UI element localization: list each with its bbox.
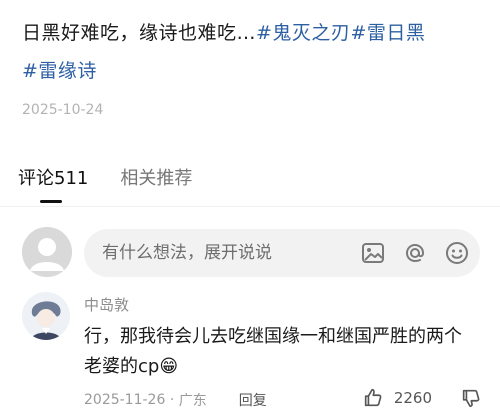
comment-meta: 2025-11-26 · 广东 回复 bbox=[84, 390, 267, 410]
comment-input-box[interactable] bbox=[84, 229, 480, 277]
avatar[interactable] bbox=[22, 227, 72, 277]
comment-location: 广东 bbox=[178, 393, 207, 409]
user-avatar-icon bbox=[22, 292, 70, 340]
input-icons bbox=[360, 240, 470, 266]
emoji-icon[interactable] bbox=[444, 240, 470, 266]
comment-actions: 2260 bbox=[362, 387, 482, 409]
tab-bar: 评论511 相关推荐 bbox=[18, 164, 192, 203]
like-count: 2260 bbox=[393, 389, 432, 407]
reply-button[interactable]: 回复 bbox=[239, 390, 267, 410]
comment-text: 行，那我待会儿去吃继国缘一和继国严胜的两个老婆的cp😁 bbox=[84, 322, 474, 382]
at-icon[interactable] bbox=[402, 240, 428, 266]
tab-comments[interactable]: 评论511 bbox=[18, 164, 88, 203]
image-icon[interactable] bbox=[360, 240, 386, 266]
hashtag-demon-slayer[interactable]: #鬼灭之刃 bbox=[256, 22, 350, 44]
post-body: 日黑好难吃，缘诗也难吃… bbox=[22, 22, 257, 44]
comment-date: 2025-11-26 bbox=[84, 392, 166, 408]
hashtag-lei-yuan-shi[interactable]: #雷缘诗 bbox=[22, 60, 97, 82]
default-avatar-icon bbox=[22, 227, 72, 277]
post-text: 日黑好难吃，缘诗也难吃…#鬼灭之刃#雷日黑 #雷缘诗 bbox=[22, 14, 482, 90]
like-icon[interactable] bbox=[362, 387, 384, 409]
hashtag-lei-ri-hei[interactable]: #雷日黑 bbox=[350, 22, 425, 44]
tab-related[interactable]: 相关推荐 bbox=[120, 164, 192, 190]
tabs-divider bbox=[0, 206, 500, 207]
dislike-icon[interactable] bbox=[460, 387, 482, 409]
comment-body: 行，那我待会儿去吃继国缘一和继国严胜的两个老婆的cp bbox=[84, 326, 462, 377]
post-date: 2025-10-24 bbox=[22, 102, 104, 118]
avatar[interactable] bbox=[22, 292, 70, 340]
comment-input[interactable] bbox=[100, 242, 344, 264]
grin-emoji: 😁 bbox=[159, 356, 179, 377]
post: 日黑好难吃，缘诗也难吃…#鬼灭之刃#雷日黑 #雷缘诗 2025-10-24 bbox=[22, 14, 482, 118]
comment-user-name[interactable]: 中岛敦 bbox=[84, 294, 129, 315]
meta-separator: · bbox=[165, 392, 179, 408]
